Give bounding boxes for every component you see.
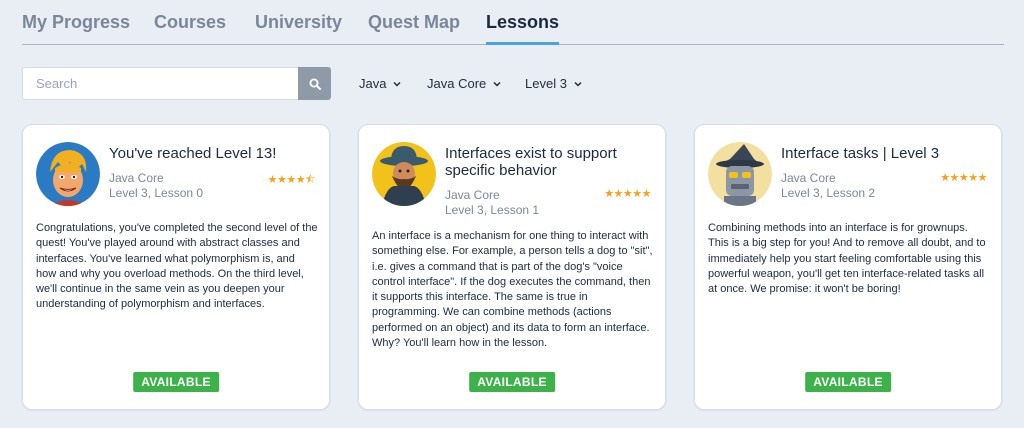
filter-course[interactable]: Java Core <box>427 76 502 91</box>
status-badge: AVAILABLE <box>469 372 555 392</box>
nav-tabs: My Progress Courses University Quest Map… <box>22 0 1004 45</box>
avatar <box>372 142 436 206</box>
card-title[interactable]: You've reached Level 13! <box>109 145 319 162</box>
search-input[interactable] <box>22 67 298 100</box>
card-lesson: Level 3, Lesson 2 <box>781 186 876 200</box>
status-badge: AVAILABLE <box>133 372 219 392</box>
filter-level[interactable]: Level 3 <box>525 76 583 91</box>
tab-lessons[interactable]: Lessons <box>486 12 560 45</box>
card-title[interactable]: Interface tasks | Level 3 <box>781 145 991 162</box>
status-badge: AVAILABLE <box>805 372 891 392</box>
lesson-card[interactable]: You've reached Level 13! Java Core Level… <box>22 124 330 410</box>
chevron-down-icon <box>574 81 582 87</box>
search-icon <box>309 78 321 90</box>
tab-courses[interactable]: Courses <box>154 12 226 33</box>
card-lesson: Level 3, Lesson 0 <box>109 186 204 200</box>
tab-university[interactable]: University <box>255 12 342 33</box>
card-course: Java Core <box>109 171 164 185</box>
lesson-card[interactable]: Interfaces exist to support specific beh… <box>358 124 666 410</box>
star-rating-icon: ★★★★★ <box>940 172 987 184</box>
filter-language-label: Java <box>359 76 387 91</box>
star-rating-icon: ★★★★★ <box>604 188 651 200</box>
lesson-card[interactable]: Interface tasks | Level 3 Java Core Leve… <box>694 124 1002 410</box>
chevron-down-icon <box>393 81 401 87</box>
card-description: Congratulations, you've completed the se… <box>36 222 318 311</box>
search-box <box>22 67 331 100</box>
filter-level-label: Level 3 <box>525 76 567 91</box>
tab-quest-map[interactable]: Quest Map <box>368 12 460 33</box>
filter-language[interactable]: Java <box>359 76 402 91</box>
tab-my-progress[interactable]: My Progress <box>22 12 130 33</box>
card-description: An interface is a mechanism for one thin… <box>372 230 653 350</box>
card-title[interactable]: Interfaces exist to support specific beh… <box>445 145 655 179</box>
card-description: Combining methods into an interface is f… <box>708 222 986 296</box>
card-course: Java Core <box>445 188 500 202</box>
avatar <box>708 142 772 206</box>
chevron-down-icon <box>493 81 501 87</box>
star-rating-icon: ★★★★⯪ <box>267 174 316 186</box>
card-course: Java Core <box>781 171 836 185</box>
card-lesson: Level 3, Lesson 1 <box>445 203 540 217</box>
filter-course-label: Java Core <box>427 76 487 91</box>
search-button[interactable] <box>298 67 331 100</box>
avatar <box>36 142 100 206</box>
